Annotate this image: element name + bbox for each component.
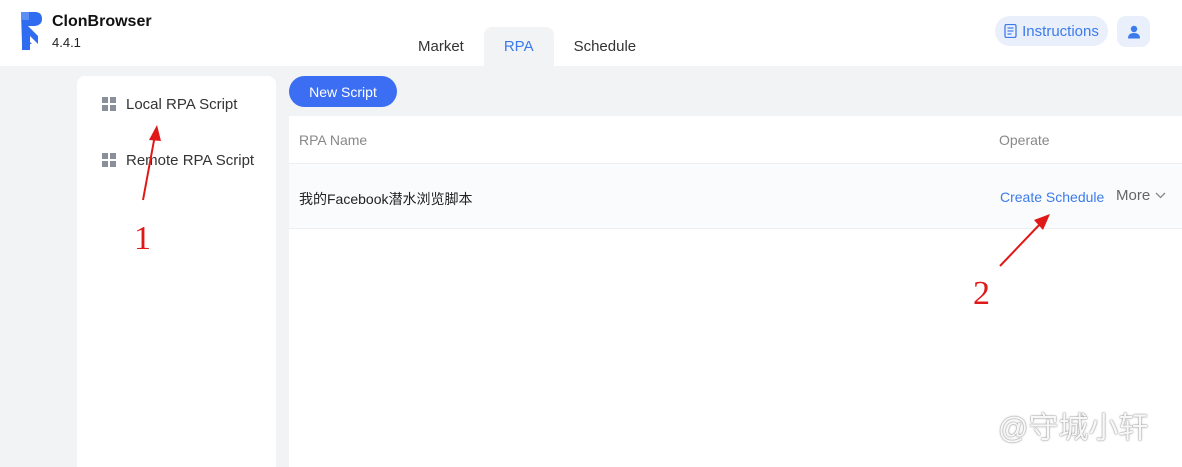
rpa-sidebar: Local RPA Script Remote RPA Script bbox=[77, 76, 276, 467]
tab-rpa[interactable]: RPA bbox=[483, 27, 554, 66]
more-dropdown[interactable]: More bbox=[1116, 187, 1166, 204]
clonbrowser-logo-icon bbox=[21, 12, 42, 50]
sidebar-item-remote-rpa-script[interactable]: Remote RPA Script bbox=[77, 143, 276, 177]
watermark: @守城小轩 bbox=[968, 405, 1148, 445]
user-button[interactable] bbox=[1117, 16, 1150, 47]
more-label: More bbox=[1116, 187, 1151, 204]
sidebar-item-local-rpa-script[interactable]: Local RPA Script bbox=[77, 87, 276, 121]
grid-icon bbox=[102, 153, 116, 167]
instructions-label: Instructions bbox=[1022, 22, 1099, 40]
annotation-marker-2: 2 bbox=[973, 275, 990, 312]
rpa-name-cell: 我的Facebook潜水浏览脚本 bbox=[299, 191, 473, 207]
annotation-marker-1: 1 bbox=[134, 220, 151, 257]
column-header-operate: Operate bbox=[999, 132, 1050, 148]
app-version: 4.4.1 bbox=[52, 35, 81, 50]
tab-schedule[interactable]: Schedule bbox=[554, 27, 657, 66]
table-row[interactable]: 我的Facebook潜水浏览脚本 Create Schedule More bbox=[289, 164, 1182, 229]
sidebar-item-label: Remote RPA Script bbox=[126, 151, 255, 169]
grid-icon bbox=[102, 97, 116, 111]
new-script-button[interactable]: New Script bbox=[289, 76, 397, 107]
instructions-button[interactable]: Instructions bbox=[995, 16, 1108, 46]
column-header-rpa-name: RPA Name bbox=[299, 132, 368, 148]
watermark-text: @守城小轩 bbox=[998, 412, 1149, 445]
sidebar-item-label: Local RPA Script bbox=[126, 95, 238, 113]
main-tabs: Market RPA Schedule bbox=[398, 27, 656, 66]
create-schedule-link[interactable]: Create Schedule bbox=[1000, 189, 1104, 205]
app-header: ClonBrowser 4.4.1 Market RPA Schedule In… bbox=[0, 0, 1182, 66]
user-icon bbox=[1127, 25, 1140, 38]
document-icon bbox=[1004, 24, 1017, 38]
tab-market[interactable]: Market bbox=[398, 27, 484, 66]
paw-icon bbox=[969, 413, 993, 435]
chevron-down-icon bbox=[1155, 192, 1166, 199]
table-header: RPA Name Operate bbox=[289, 116, 1182, 164]
app-name: ClonBrowser bbox=[52, 13, 152, 30]
